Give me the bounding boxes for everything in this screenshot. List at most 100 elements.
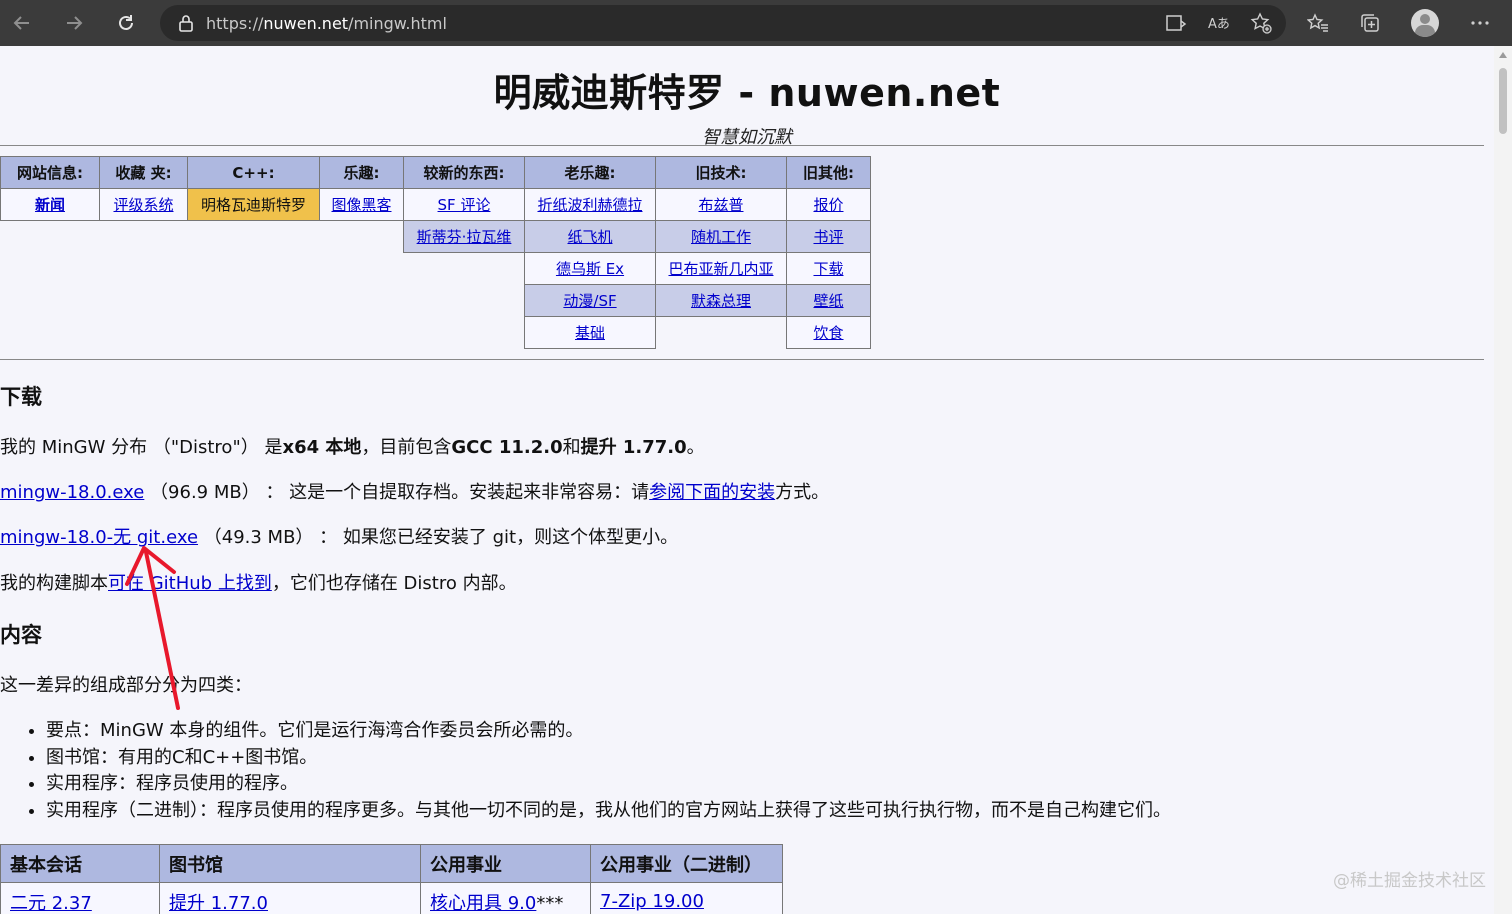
nav-current-mingw: 明格瓦迪斯特罗 [200,196,306,214]
nav-link-random-work[interactable]: 随机工作 [691,228,751,246]
vertical-scrollbar[interactable] [1494,46,1512,914]
nav-link-downloads[interactable]: 下载 [813,260,843,278]
install-instructions-link[interactable]: 参阅下面的安装 [649,482,775,503]
nav-cell: 饮食 [786,316,871,349]
download-size-text: （96.9 MB） ： 这是一个自提取存档。安装起来非常容易：请 [144,482,650,503]
nav-cell: 斯蒂芬·拉瓦维 [403,220,525,253]
nav-cell: 书评 [786,220,871,253]
nav-link-wallpapers[interactable]: 壁纸 [813,292,843,310]
more-dots-icon [1471,21,1489,25]
nav-header: 旧技术: [655,156,787,189]
nav-link-basics[interactable]: 基础 [575,324,605,342]
collections-icon [1361,14,1379,32]
nav-spacer [1,317,525,349]
nav-cell: SF 评论 [403,188,525,221]
reload-button[interactable] [108,5,144,41]
pkg-link-7zip[interactable]: 7-Zip 19.00 [600,891,704,912]
nav-link-book-reviews[interactable]: 书评 [813,228,843,246]
components-list: 要点：MinGW 本身的组件。它们是运行海湾合作委员会所必需的。 图书馆：有用的… [0,718,1480,824]
distro-intro-text: 和 [562,437,581,458]
pkg-cell: 提升 1.77.0 [159,882,421,914]
pkg-link-boost[interactable]: 提升 1.77.0 [169,893,268,914]
nav-link-stephan-lavavej[interactable]: 斯蒂芬·拉瓦维 [417,228,512,246]
list-item: 图书馆：有用的C和C++图书馆。 [46,745,1480,772]
nav-cell: 下载 [786,252,871,285]
nav-header: 网站信息: [0,156,100,189]
download-heading: 下载 [0,385,42,409]
scroll-up-arrow-icon[interactable] [1499,52,1507,58]
nav-header: C++: [187,156,320,189]
more-menu-button[interactable] [1462,5,1498,41]
list-item: 要点：MinGW 本身的组件。它们是运行海湾合作委员会所必需的。 [46,718,1480,745]
nav-cell: 巴布亚新几内亚 [655,252,787,285]
pkg-link-coreutils[interactable]: 核心用具 9.0 [430,893,536,914]
reader-view-icon [1166,15,1187,31]
nav-link-deus-ex[interactable]: 德乌斯 Ex [556,260,624,278]
github-link[interactable]: 可在 GitHub 上找到 [108,573,272,594]
nav-link-mersenne-primes[interactable]: 默森总理 [691,292,751,310]
translate-button[interactable]: Aあ [1200,5,1236,41]
nav-link-origami[interactable]: 折纸波利赫德拉 [537,196,642,214]
pkg-header: 公用事业（二进制） [590,844,783,883]
pkg-note-asterisks: *** [536,892,564,914]
favorites-button[interactable] [1300,5,1336,41]
forward-arrow-icon [67,16,83,30]
pkg-header: 图书馆 [159,844,421,883]
address-bar[interactable]: https://nuwen.net/mingw.html [160,5,1286,41]
nav-link-quotes[interactable]: 报价 [813,196,843,214]
nav-divider [0,359,1484,360]
nav-link-image-hacks[interactable]: 图像黑客 [331,196,391,214]
nav-cell: 纸飞机 [524,220,656,253]
pkg-header: 公用事业 [420,844,591,883]
nav-link-buzzp[interactable]: 布兹普 [698,196,743,214]
build-scripts-line: 我的构建脚本可在 GitHub 上找到，它们也存储在 Distro 内部。 [0,572,517,595]
download-line-full: mingw-18.0.exe （96.9 MB） ： 这是一个自提取存档。安装起… [0,481,829,504]
collections-button[interactable] [1352,5,1388,41]
download-link-mingw-nogit-exe[interactable]: mingw-18.0-无 git.exe [0,527,198,548]
pkg-link-binutils[interactable]: 二元 2.37 [10,893,92,914]
nav-cell: 基础 [524,316,656,349]
scrollbar-thumb[interactable] [1499,68,1507,134]
nav-spacer [1,253,525,285]
favorites-list-icon [1307,13,1328,32]
nav-link-anime-sf[interactable]: 动漫/SF [563,292,616,310]
contents-heading: 内容 [0,623,42,647]
distro-arch: x64 本地 [282,437,362,458]
distro-intro-text: 。 [686,437,705,458]
nav-spacer [1,221,404,253]
distro-intro-text: ，目前包含 [361,437,452,458]
translate-icon: Aあ [1208,17,1229,32]
build-text: ，它们也存储在 Distro 内部。 [271,573,517,594]
download-tail-text: 方式。 [775,482,830,503]
nav-link-sf-reviews[interactable]: SF 评论 [438,196,491,214]
nav-header: 较新的东西: [403,156,525,189]
profile-button[interactable] [1407,5,1443,41]
back-arrow-icon [13,16,29,30]
url-prefix: https:// [206,13,264,33]
nav-cell: 默森总理 [655,284,787,317]
nav-link-papua-new-guinea[interactable]: 巴布亚新几内亚 [668,260,773,278]
back-button[interactable] [4,5,40,41]
avatar-icon [1411,9,1439,37]
site-title: 明威迪斯特罗 - nuwen.net [493,71,1001,115]
nav-link-diet[interactable]: 饮食 [813,324,843,342]
contents-intro: 这一差异的组成部分分为四类： [0,675,252,696]
list-item: 实用程序：程序员使用的程序。 [46,771,1480,798]
pkg-cell: 核心用具 9.0*** [420,882,591,914]
nav-cell: 壁纸 [786,284,871,317]
url-host: nuwen.net [263,13,349,33]
nav-spacer [1,285,525,317]
forward-button[interactable] [56,5,92,41]
nav-cell: 动漫/SF [524,284,656,317]
top-divider [0,145,1484,146]
nav-link-ratings[interactable]: 评级系统 [113,196,173,214]
nav-link-news[interactable]: 新闻 [35,196,65,214]
nav-header: 收藏 夹: [99,156,188,189]
reader-view-button[interactable] [1158,5,1194,41]
nav-cell: 新闻 [0,188,100,221]
add-favorite-button[interactable] [1243,5,1279,41]
nav-link-paper-airplanes[interactable]: 纸飞机 [567,228,612,246]
pkg-cell: 7-Zip 19.00 [590,882,783,914]
browser-toolbar: https://nuwen.net/mingw.html Aあ [0,0,1512,46]
download-link-mingw-exe[interactable]: mingw-18.0.exe [0,482,144,503]
